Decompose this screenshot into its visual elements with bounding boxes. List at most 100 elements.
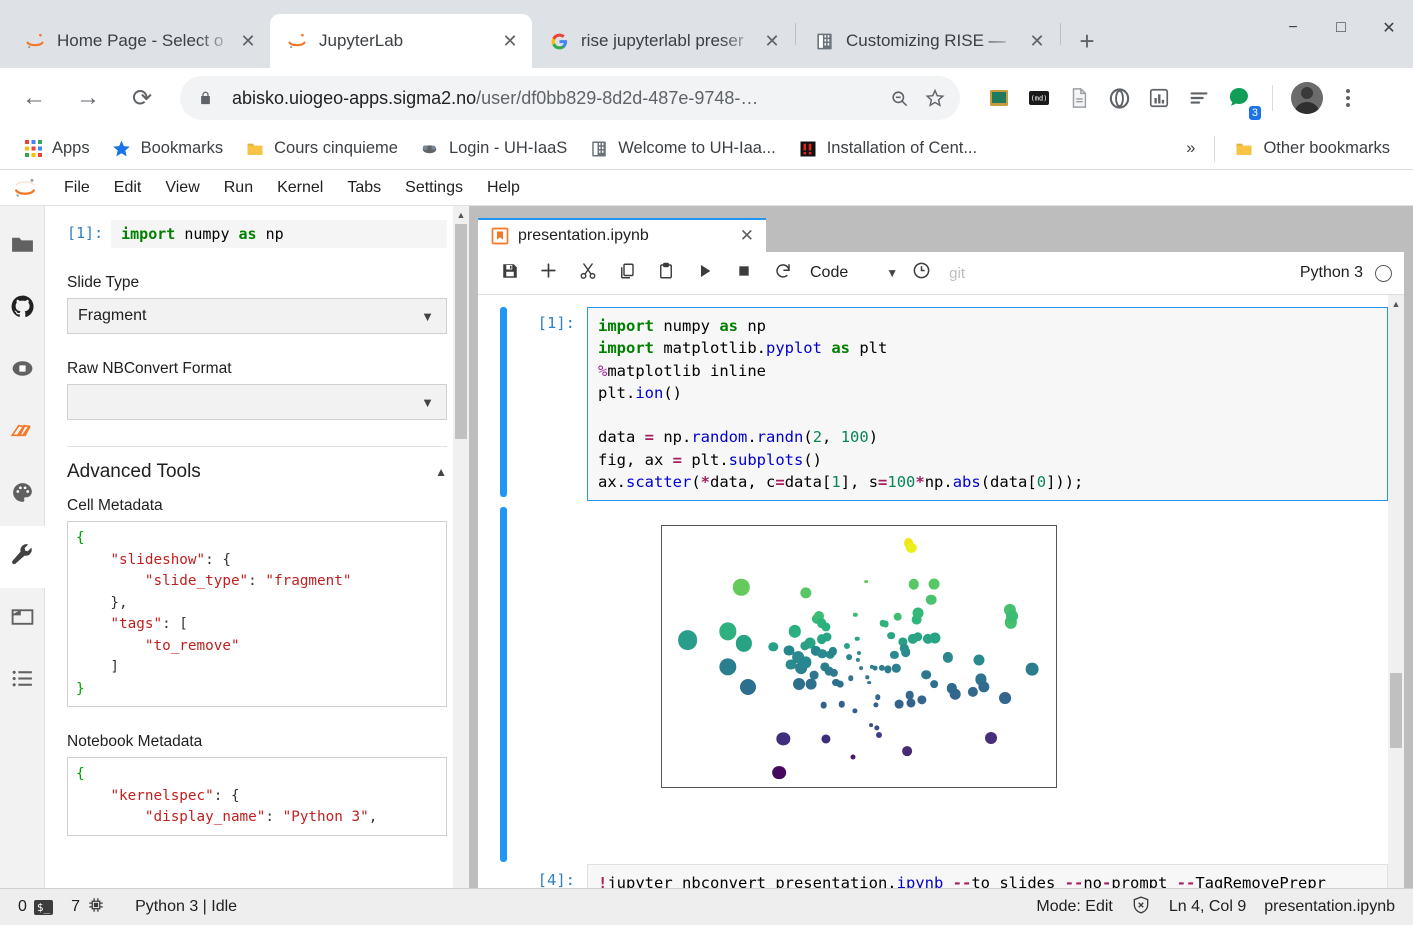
edit-mode-status[interactable]: Mode: Edit [1036, 898, 1112, 916]
extension-opera-icon[interactable] [1104, 83, 1134, 113]
scroll-up-arrow-icon[interactable]: ▲ [453, 206, 469, 224]
kernel-status-indicator-icon[interactable] [1375, 264, 1392, 282]
other-bookmarks-folder[interactable]: Other bookmarks [1223, 139, 1401, 159]
tab-close-icon[interactable]: ✕ [498, 29, 522, 53]
browser-tab-3[interactable]: Customizing RISE — ✕ [797, 14, 1059, 68]
scroll-up-arrow-icon[interactable]: ▲ [1388, 295, 1404, 313]
copy-cell-button[interactable] [607, 255, 646, 291]
browser-tab-1[interactable]: JupyterLab ✕ [270, 14, 532, 68]
browser-menu-icon[interactable] [1333, 89, 1363, 107]
menu-settings[interactable]: Settings [393, 175, 475, 201]
sidebar-item-table-of-contents[interactable] [0, 650, 45, 712]
scrollbar-track[interactable] [1388, 313, 1404, 907]
sidebar-item-file-browser[interactable] [0, 216, 45, 278]
minimize-icon[interactable]: − [1269, 0, 1317, 56]
scatter-point [894, 699, 904, 709]
sidebar-item-github[interactable] [0, 278, 45, 340]
browser-tab-0[interactable]: Home Page - Select o ✕ [8, 14, 270, 68]
advanced-tools-header[interactable]: Advanced Tools ▲ [67, 446, 447, 483]
scrollbar-thumb[interactable] [455, 224, 467, 439]
scatter-point [805, 678, 817, 690]
scrollbar-thumb[interactable] [1390, 673, 1402, 748]
current-filename-status[interactable]: presentation.ipynb [1264, 898, 1395, 916]
stop-icon [737, 264, 751, 283]
sidebar-item-property-inspector[interactable] [0, 526, 45, 588]
extension-markdown-icon[interactable]: (md) [1024, 83, 1054, 113]
bookmark-apps[interactable]: Apps [12, 139, 101, 159]
notebook-metadata-editor[interactable]: { "kernelspec": { "display_name": "Pytho… [67, 757, 447, 836]
tab-close-icon[interactable]: ✕ [760, 29, 784, 53]
tab-close-icon[interactable]: ✕ [1025, 29, 1049, 53]
scatter-point [893, 612, 903, 622]
property-panel-scrollbar[interactable]: ▲ ▼ [453, 206, 469, 925]
sidebar-item-extensions[interactable] [0, 402, 45, 464]
browser-tab-2[interactable]: rise jupyterlabl preser ✕ [532, 14, 794, 68]
bookmarks-overflow-button[interactable]: » [1175, 139, 1206, 158]
forward-icon[interactable]: → [66, 76, 110, 120]
cloud-icon [420, 139, 440, 159]
address-bar[interactable]: abisko.uiogeo-apps.sigma2.no/user/df0bb8… [180, 76, 960, 120]
git-label[interactable]: git [949, 265, 965, 282]
new-tab-button[interactable]: + [1068, 22, 1106, 60]
close-window-icon[interactable]: ✕ [1365, 0, 1413, 56]
bookmark-bookmarks[interactable]: Bookmarks [101, 139, 235, 159]
bookmark-cours-cinquieme[interactable]: Cours cinquieme [234, 139, 409, 159]
back-icon[interactable]: ← [12, 76, 56, 120]
scatter-point [906, 542, 917, 554]
notebook-trust-status[interactable] [1131, 895, 1151, 920]
rise-slideshow-button[interactable] [902, 255, 941, 291]
interrupt-kernel-button[interactable] [724, 255, 763, 291]
save-button[interactable] [490, 255, 529, 291]
restart-kernel-button[interactable] [763, 255, 802, 291]
raw-nbconvert-select[interactable]: ▼ [67, 384, 447, 420]
extension-greenshot-icon[interactable] [984, 83, 1014, 113]
menu-kernel[interactable]: Kernel [265, 175, 335, 201]
bookmark-welcome-uh-iaas[interactable]: Welcome to UH-Iaa... [578, 139, 786, 159]
extension-chart-icon[interactable] [1144, 83, 1174, 113]
bookmark-login-uh-iaas[interactable]: Login - UH-IaaS [409, 139, 578, 159]
menu-tabs[interactable]: Tabs [335, 175, 393, 201]
menu-view[interactable]: View [153, 175, 211, 201]
maximize-icon[interactable]: □ [1317, 0, 1365, 56]
notebook-cell[interactable]: [1]: import numpy as np import matplotli… [478, 307, 1388, 502]
menu-run[interactable]: Run [212, 175, 265, 201]
cursor-position-status[interactable]: Ln 4, Col 9 [1169, 898, 1246, 916]
bookmark-installation-cent[interactable]: Installation of Cent... [787, 139, 988, 159]
extension-lines-icon[interactable] [1184, 83, 1214, 113]
bookmark-star-icon[interactable] [918, 81, 952, 115]
notebook-tab[interactable]: presentation.ipynb ✕ [478, 218, 766, 252]
cut-cell-button[interactable] [568, 255, 607, 291]
run-cell-button[interactable] [685, 255, 724, 291]
menu-edit[interactable]: Edit [102, 175, 154, 201]
cell-metadata-editor[interactable]: { "slideshow": { "slide_type": "fragment… [67, 521, 447, 707]
notebook-scrollbar[interactable]: ▲ ▼ [1388, 295, 1404, 925]
menu-help[interactable]: Help [475, 175, 532, 201]
extension-document-icon[interactable] [1064, 83, 1094, 113]
tab-title: rise jupyterlabl preser [581, 31, 744, 50]
cell-type-select[interactable]: Code ▼ [810, 264, 898, 282]
sidebar-item-tabs[interactable] [0, 588, 45, 650]
menu-file[interactable]: File [52, 175, 102, 201]
insert-cell-button[interactable] [529, 255, 568, 291]
cell-editor[interactable]: import numpy as np import matplotlib.pyp… [587, 307, 1388, 502]
chevron-down-icon: ▼ [421, 394, 434, 410]
kernel-status-text[interactable]: Python 3 | Idle [135, 898, 237, 916]
kernels-status[interactable]: 7 [71, 896, 105, 919]
extension-comment-icon[interactable]: 3 [1224, 83, 1261, 120]
kernel-name-label[interactable]: Python 3 [1300, 264, 1363, 282]
zoom-out-icon[interactable] [882, 81, 916, 115]
terminals-status[interactable]: 0 $_ [18, 898, 54, 916]
paste-cell-button[interactable] [646, 255, 685, 291]
notebook-tab-close-icon[interactable]: ✕ [720, 226, 754, 246]
slide-type-select[interactable]: Fragment ▼ [67, 298, 447, 334]
reload-icon[interactable]: ⟳ [120, 76, 164, 120]
tab-close-icon[interactable]: ✕ [236, 29, 260, 53]
avatar[interactable] [1291, 82, 1323, 114]
sidebar-item-running-terminals[interactable] [0, 340, 45, 402]
sidebar-item-theme-palette[interactable] [0, 464, 45, 526]
scatter-point [887, 631, 895, 640]
other-bookmarks-label: Other bookmarks [1263, 139, 1390, 157]
jupyterlab-sidebar [0, 206, 45, 925]
scrollbar-track[interactable] [453, 224, 469, 907]
tabs-icon [10, 604, 35, 634]
